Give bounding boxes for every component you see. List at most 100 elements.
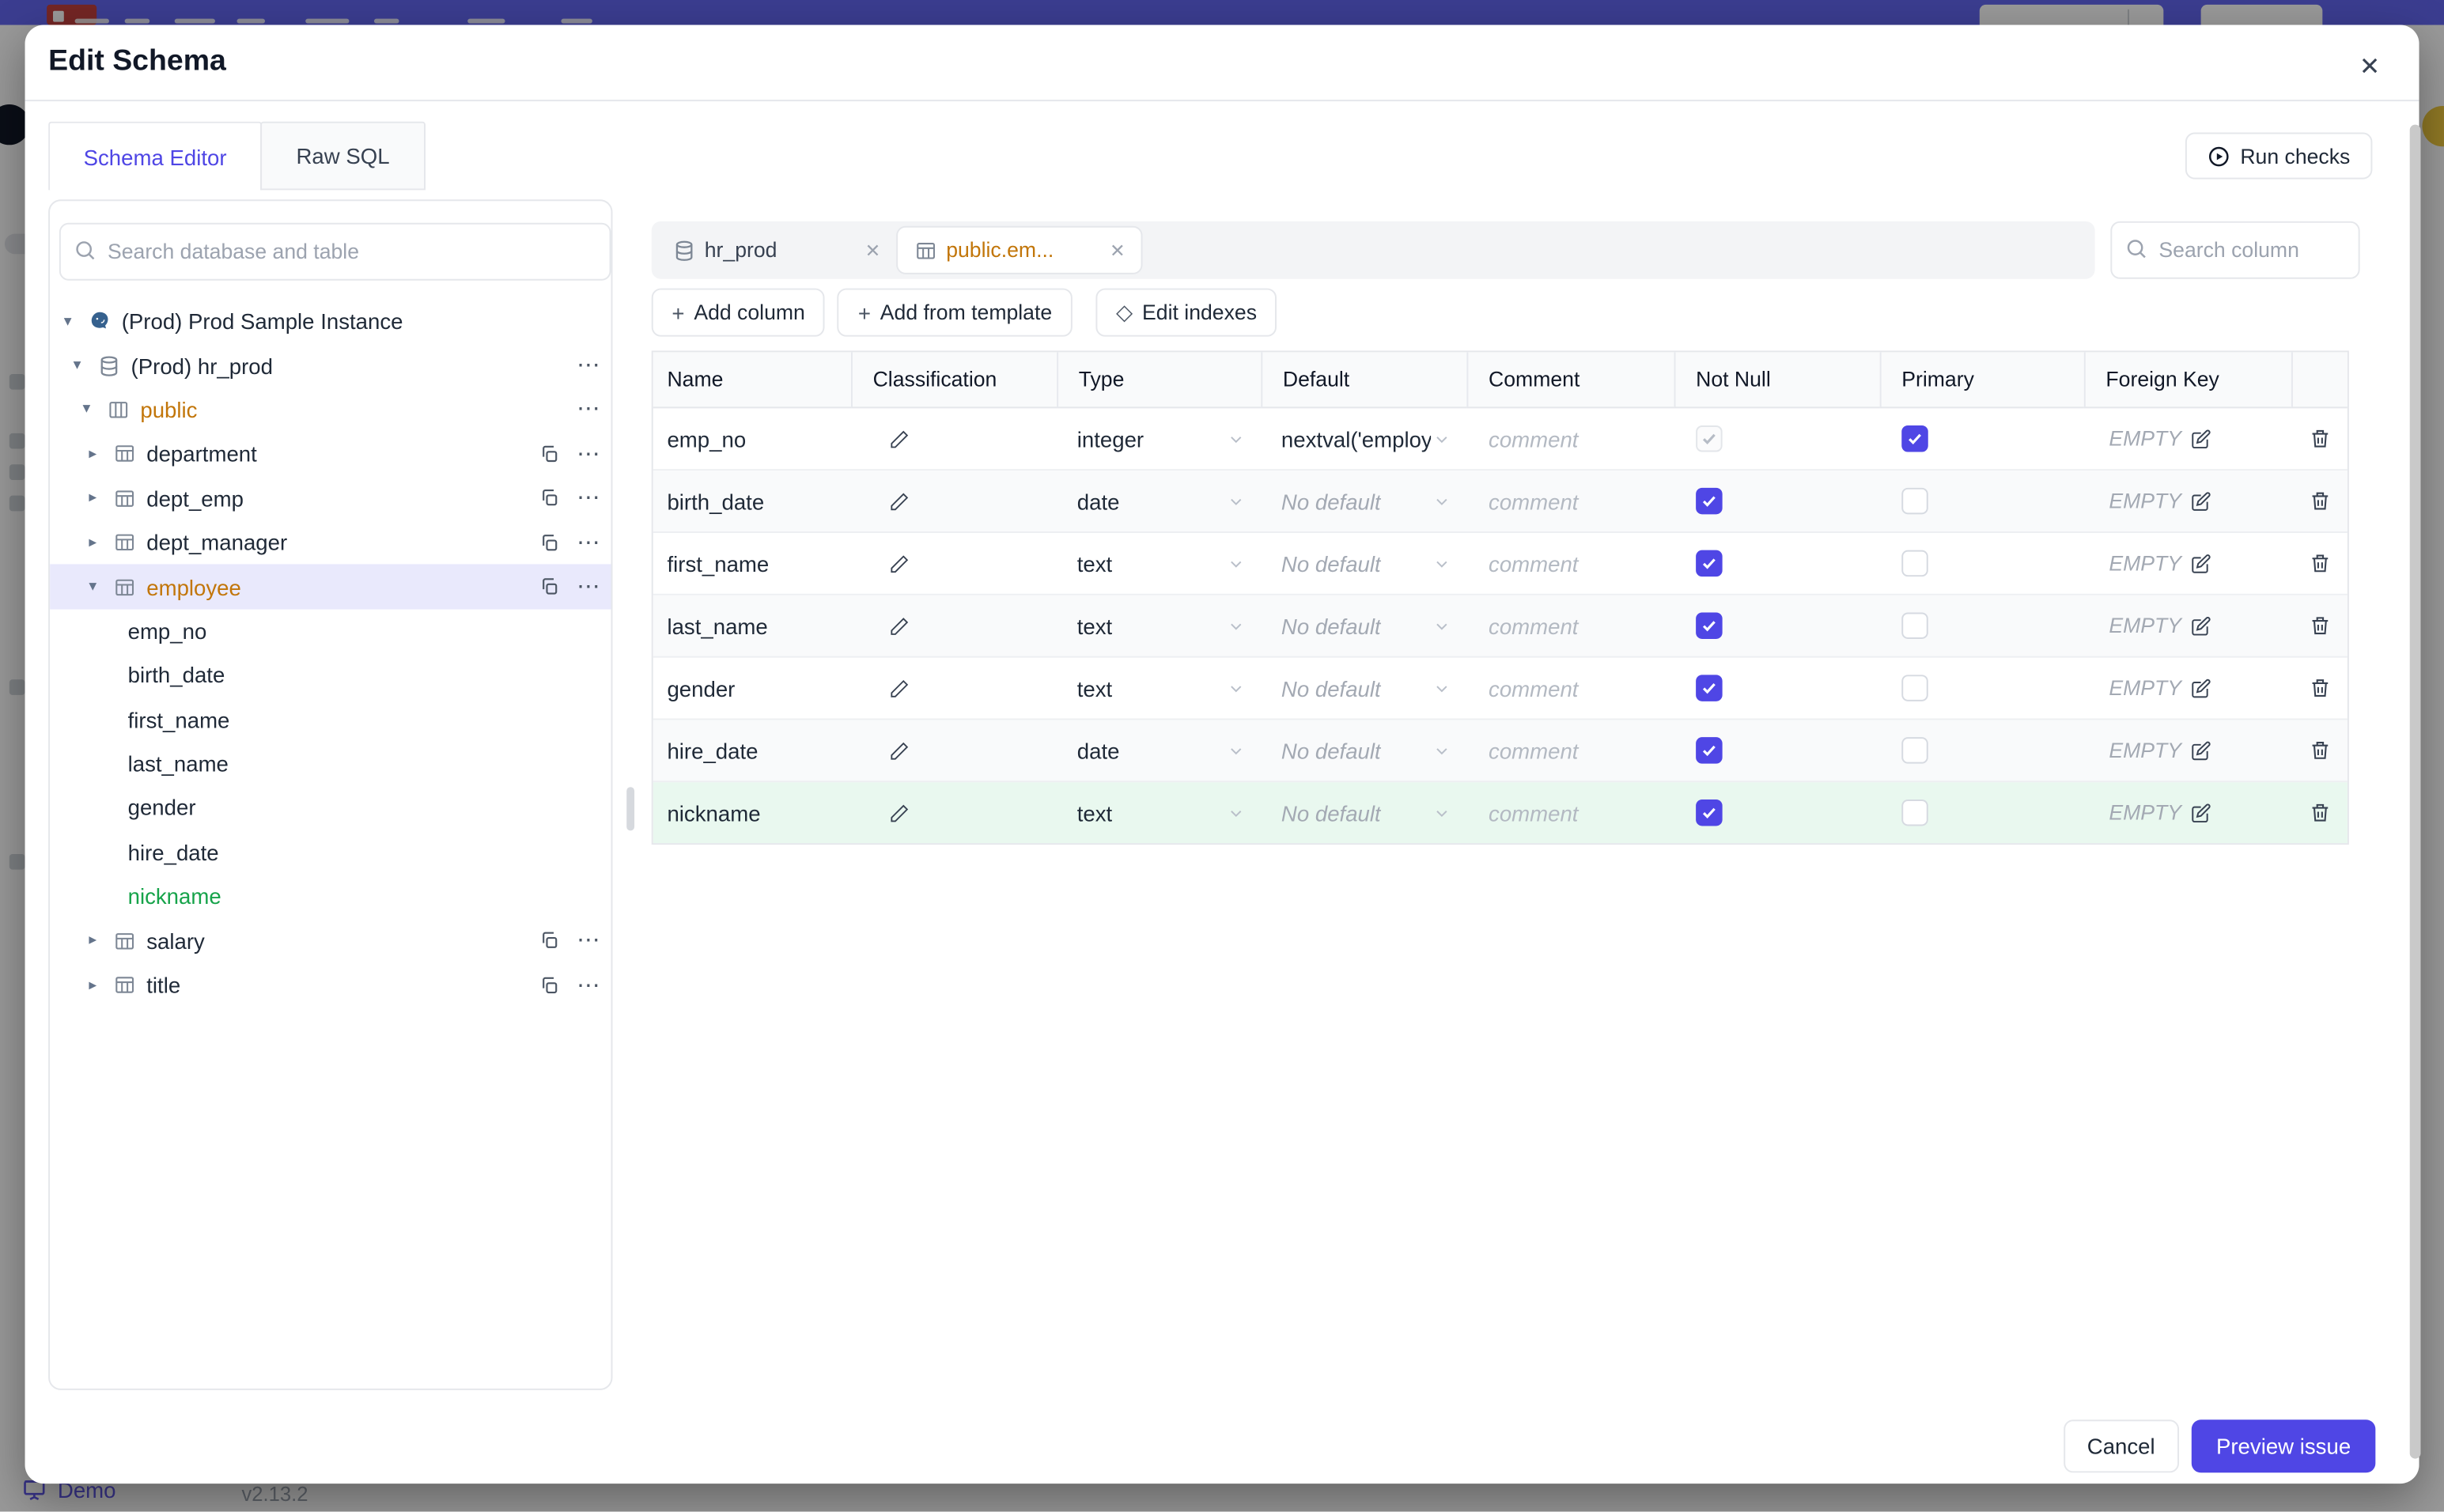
- comment-input[interactable]: comment: [1466, 782, 1674, 843]
- type-select[interactable]: date: [1057, 471, 1261, 531]
- tree-item--prod-hr_prod[interactable]: ▾ (Prod) hr_prod ⋯: [50, 343, 611, 387]
- primary-checkbox[interactable]: [1901, 675, 1928, 701]
- add-from-template-button[interactable]: + Add from template: [838, 288, 1073, 337]
- foreign-key-cell[interactable]: EMPTY: [2084, 471, 2291, 531]
- foreign-key-cell[interactable]: EMPTY: [2084, 595, 2291, 656]
- tree-item-salary[interactable]: ▸ salary ⋯: [50, 919, 611, 963]
- tree-item-first_name[interactable]: first_name: [50, 697, 611, 742]
- type-select[interactable]: text: [1057, 533, 1261, 594]
- primary-checkbox[interactable]: [1901, 487, 1928, 515]
- tree-item-employee[interactable]: ▾ employee ⋯: [50, 565, 611, 610]
- primary-checkbox[interactable]: [1901, 425, 1928, 452]
- database-table-search-input[interactable]: [59, 222, 611, 281]
- window-scrollbar[interactable]: [2409, 124, 2421, 1459]
- default-select[interactable]: No default: [1261, 595, 1466, 656]
- not-null-checkbox[interactable]: [1696, 799, 1723, 826]
- tree-item-nickname[interactable]: nickname: [50, 875, 611, 919]
- pencil-icon[interactable]: [888, 614, 910, 637]
- close-tab-icon[interactable]: ✕: [865, 240, 881, 262]
- column-name-cell[interactable]: nickname: [653, 782, 851, 843]
- type-select[interactable]: date: [1057, 720, 1261, 781]
- more-menu-icon[interactable]: ⋯: [577, 354, 602, 378]
- tree-item--prod-prod-sample-instance[interactable]: ▾ (Prod) Prod Sample Instance: [50, 299, 611, 343]
- edit-icon[interactable]: [2189, 490, 2211, 512]
- more-menu-icon[interactable]: ⋯: [577, 398, 602, 421]
- not-null-checkbox[interactable]: [1696, 550, 1723, 577]
- edit-icon[interactable]: [2189, 428, 2211, 450]
- primary-checkbox[interactable]: [1901, 799, 1928, 826]
- pencil-icon[interactable]: [888, 490, 910, 512]
- tree-item-hire_date[interactable]: hire_date: [50, 830, 611, 875]
- not-null-checkbox[interactable]: [1696, 737, 1723, 764]
- comment-input[interactable]: comment: [1466, 595, 1674, 656]
- trash-icon[interactable]: [2308, 614, 2332, 637]
- default-select[interactable]: No default: [1261, 658, 1466, 719]
- foreign-key-cell[interactable]: EMPTY: [2084, 533, 2291, 594]
- add-column-button[interactable]: + Add column: [651, 288, 826, 337]
- edit-indexes-button[interactable]: ◇ Edit indexes: [1095, 288, 1277, 337]
- foreign-key-cell[interactable]: EMPTY: [2084, 408, 2291, 469]
- column-name-cell[interactable]: gender: [653, 658, 851, 719]
- default-select[interactable]: No default: [1261, 471, 1466, 531]
- edit-icon[interactable]: [2189, 614, 2211, 637]
- default-select[interactable]: No default: [1261, 720, 1466, 781]
- comment-input[interactable]: comment: [1466, 658, 1674, 719]
- foreign-key-cell[interactable]: EMPTY: [2084, 658, 2291, 719]
- editor-tab-public-employee[interactable]: public.em... ✕: [896, 225, 1143, 274]
- pencil-icon[interactable]: [888, 802, 910, 824]
- column-name-cell[interactable]: emp_no: [653, 408, 851, 469]
- more-menu-icon[interactable]: ⋯: [577, 929, 602, 953]
- tree-item-dept_emp[interactable]: ▸ dept_emp ⋯: [50, 476, 611, 520]
- type-select[interactable]: text: [1057, 595, 1261, 656]
- tree-item-emp_no[interactable]: emp_no: [50, 609, 611, 653]
- primary-checkbox[interactable]: [1901, 550, 1928, 577]
- foreign-key-cell[interactable]: EMPTY: [2084, 782, 2291, 843]
- column-name-cell[interactable]: last_name: [653, 595, 851, 656]
- trash-icon[interactable]: [2308, 552, 2332, 576]
- tree-item-last_name[interactable]: last_name: [50, 742, 611, 786]
- trash-icon[interactable]: [2308, 427, 2332, 451]
- copy-icon[interactable]: [539, 975, 560, 996]
- trash-icon[interactable]: [2308, 676, 2332, 700]
- default-select[interactable]: No default: [1261, 782, 1466, 843]
- more-menu-icon[interactable]: ⋯: [577, 575, 602, 599]
- primary-checkbox[interactable]: [1901, 737, 1928, 764]
- type-select[interactable]: integer: [1057, 408, 1261, 469]
- tree-item-department[interactable]: ▸ department ⋯: [50, 432, 611, 476]
- tree-item-dept_manager[interactable]: ▸ dept_manager ⋯: [50, 520, 611, 565]
- copy-icon[interactable]: [539, 576, 560, 597]
- close-icon[interactable]: ✕: [2359, 51, 2380, 82]
- tab-raw-sql[interactable]: Raw SQL: [260, 121, 426, 191]
- caret-right-icon[interactable]: ▸: [89, 490, 112, 507]
- comment-input[interactable]: comment: [1466, 471, 1674, 531]
- pencil-icon[interactable]: [888, 428, 910, 450]
- more-menu-icon[interactable]: ⋯: [577, 486, 602, 510]
- close-tab-icon[interactable]: ✕: [1110, 240, 1126, 262]
- edit-icon[interactable]: [2189, 802, 2211, 824]
- default-select[interactable]: No default: [1261, 533, 1466, 594]
- comment-input[interactable]: comment: [1466, 720, 1674, 781]
- comment-input[interactable]: comment: [1466, 533, 1674, 594]
- caret-down-icon[interactable]: ▾: [89, 578, 112, 595]
- trash-icon[interactable]: [2308, 490, 2332, 513]
- foreign-key-cell[interactable]: EMPTY: [2084, 720, 2291, 781]
- cancel-button[interactable]: Cancel: [2064, 1419, 2179, 1473]
- pencil-icon[interactable]: [888, 677, 910, 699]
- tab-schema-editor[interactable]: Schema Editor: [48, 121, 263, 191]
- copy-icon[interactable]: [539, 532, 560, 553]
- caret-right-icon[interactable]: ▸: [89, 977, 112, 994]
- edit-icon[interactable]: [2189, 739, 2211, 762]
- tree-item-birth_date[interactable]: birth_date: [50, 653, 611, 697]
- caret-right-icon[interactable]: ▸: [89, 534, 112, 551]
- pencil-icon[interactable]: [888, 739, 910, 762]
- preview-issue-button[interactable]: Preview issue: [2191, 1419, 2376, 1473]
- copy-icon[interactable]: [539, 444, 560, 464]
- column-name-cell[interactable]: birth_date: [653, 471, 851, 531]
- caret-down-icon[interactable]: ▾: [64, 312, 88, 330]
- not-null-checkbox[interactable]: [1696, 487, 1723, 515]
- more-menu-icon[interactable]: ⋯: [577, 531, 602, 554]
- run-checks-button[interactable]: Run checks: [2185, 132, 2373, 180]
- not-null-checkbox[interactable]: [1696, 612, 1723, 639]
- not-null-checkbox[interactable]: [1696, 675, 1723, 701]
- trash-icon[interactable]: [2308, 739, 2332, 762]
